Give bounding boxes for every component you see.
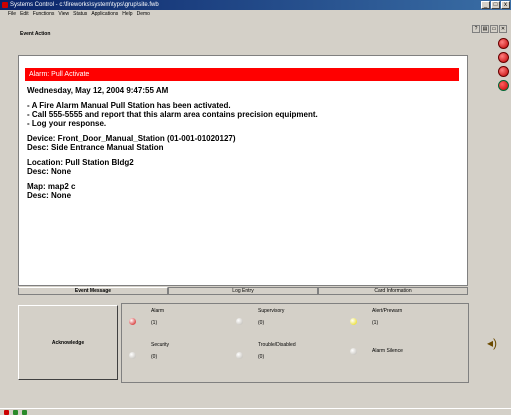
menu-help[interactable]: Help <box>122 10 132 19</box>
taskbar <box>0 408 511 415</box>
menu-demo[interactable]: Demo <box>137 10 150 19</box>
prewarn-lamp-icon <box>350 318 357 325</box>
map-name: Map: map2 c <box>27 182 76 191</box>
status-supervisory: Supervisory (0) <box>236 308 285 326</box>
menu-status[interactable]: Status <box>73 10 87 19</box>
speaker-icon[interactable]: ◂) <box>487 336 497 350</box>
close-panel-icon[interactable]: ✕ <box>499 25 507 33</box>
silence-lamp-icon <box>350 348 357 355</box>
tab-bar: Event Message Log Entry Card Information <box>18 287 468 295</box>
status-alarm-silence: Alarm Silence <box>350 348 403 355</box>
status-count: (0) <box>258 354 265 360</box>
window-title: Systems Control - c:\fireworks\system\ty… <box>10 2 159 8</box>
location-name: Location: Pull Station Bldg2 <box>27 158 134 167</box>
status-alarm: Alarm (1) <box>129 308 165 326</box>
task-icon[interactable] <box>13 410 18 415</box>
menu-file[interactable]: File <box>8 10 16 19</box>
alarm-banner: Alarm: Pull Activate <box>25 68 459 81</box>
status-count: (1) <box>372 320 379 326</box>
tab-event-message[interactable]: Event Message <box>18 287 168 295</box>
status-label: Alarm Silence <box>372 348 403 354</box>
event-timestamp: Wednesday, May 12, 2004 9:47:55 AM <box>27 86 169 95</box>
bell-icon[interactable] <box>498 66 509 77</box>
page-title: Event Action <box>20 31 51 37</box>
reset-icon[interactable] <box>498 80 509 91</box>
list-icon[interactable]: ▤ <box>481 25 489 33</box>
status-label: Alarm <box>151 308 165 314</box>
alarm-icon[interactable] <box>498 52 509 63</box>
window-controls: _ □ x <box>481 1 510 9</box>
trouble-lamp-icon <box>236 352 243 359</box>
tab-card-information[interactable]: Card Information <box>318 287 468 295</box>
stop-icon[interactable] <box>498 38 509 49</box>
window-icon[interactable]: ▭ <box>490 25 498 33</box>
map-info: Map: map2 c Desc: None <box>27 182 457 200</box>
menu-view[interactable]: View <box>58 10 69 19</box>
tab-log-entry[interactable]: Log Entry <box>168 287 318 295</box>
status-label: Trouble/Disabled <box>258 342 296 348</box>
status-count: (1) <box>151 320 158 326</box>
instruction-item: A Fire Alarm Manual Pull Station has bee… <box>27 101 457 110</box>
instruction-item: Call 555-5555 and report that this alarm… <box>27 110 457 119</box>
menu-applications[interactable]: Applications <box>91 10 118 19</box>
security-lamp-icon <box>129 352 136 359</box>
status-count: (0) <box>258 320 265 326</box>
task-icon[interactable] <box>22 410 27 415</box>
event-text: Wednesday, May 12, 2004 9:47:55 AM A Fir… <box>27 86 457 206</box>
location-info: Location: Pull Station Bldg2 Desc: None <box>27 158 457 176</box>
title-bar: Systems Control - c:\fireworks\system\ty… <box>0 0 511 10</box>
start-icon[interactable] <box>4 410 9 415</box>
close-button[interactable]: x <box>501 1 510 9</box>
menu-edit[interactable]: Edit <box>20 10 29 19</box>
status-label: Alert/Prewarn <box>372 308 403 314</box>
supervisory-lamp-icon <box>236 318 243 325</box>
event-message-panel: Alarm: Pull Activate Wednesday, May 12, … <box>18 55 468 286</box>
help-icon[interactable]: ? <box>472 25 480 33</box>
maximize-button[interactable]: □ <box>491 1 500 9</box>
device-info: Device: Front_Door_Manual_Station (01-00… <box>27 134 457 152</box>
minimize-button[interactable]: _ <box>481 1 490 9</box>
status-count: (0) <box>151 354 158 360</box>
side-action-buttons <box>498 38 509 91</box>
status-trouble-disabled: Trouble/Disabled (0) <box>236 342 296 360</box>
location-desc: Desc: None <box>27 167 72 176</box>
acknowledge-button[interactable]: Acknowledge <box>18 305 118 380</box>
status-panel: Alarm (1) Supervisory (0) Alert/Prewarn … <box>121 303 469 383</box>
instructions: A Fire Alarm Manual Pull Station has bee… <box>27 101 457 128</box>
map-desc: Desc: None <box>27 191 72 200</box>
toolbar: ? ▤ ▭ ✕ <box>472 25 507 33</box>
menu-functions[interactable]: Functions <box>33 10 55 19</box>
status-label: Security <box>151 342 170 348</box>
menu-bar: File Edit Functions View Status Applicat… <box>0 10 511 19</box>
status-security: Security (0) <box>129 342 170 360</box>
device-desc: Desc: Side Entrance Manual Station <box>27 143 164 152</box>
instruction-item: Log your response. <box>27 119 457 128</box>
status-label: Supervisory <box>258 308 285 314</box>
device-name: Device: Front_Door_Manual_Station (01-00… <box>27 134 236 143</box>
app-icon <box>2 2 8 8</box>
status-alert-prewarn: Alert/Prewarn (1) <box>350 308 403 326</box>
alarm-lamp-icon <box>129 318 136 325</box>
